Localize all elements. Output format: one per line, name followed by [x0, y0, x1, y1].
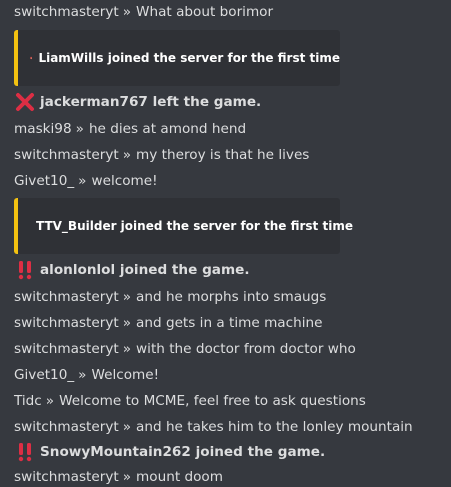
message-author: Givet10_ — [14, 367, 75, 383]
event-text: alonlonlol joined the game. — [40, 262, 250, 278]
message-author: Tidc — [14, 393, 42, 409]
message-separator: » — [75, 121, 84, 137]
chat-message: switchmasteryt» with the doctor from doct… — [14, 339, 356, 359]
message-author: switchmasteryt — [14, 4, 119, 20]
message-text: welcome! — [91, 173, 158, 189]
chat-message: switchmasteryt» my theroy is that he live… — [14, 145, 309, 165]
embed-text: LiamWills joined the server for the firs… — [38, 51, 340, 65]
join-event: SnowyMountain262 joined the game. — [14, 441, 325, 463]
embed-text: TTV_Builder joined the server for the fi… — [36, 219, 353, 233]
join-embed: TTV_Builder joined the server for the fi… — [14, 198, 353, 254]
message-author: maski98 — [14, 121, 72, 137]
message-text: and he takes him to the lonley mountain — [136, 419, 413, 435]
event-text: SnowyMountain262 joined the game. — [40, 444, 326, 460]
message-separator: » — [122, 315, 132, 331]
chat-message: switchmasteryt» and he takes him to the l… — [14, 417, 413, 437]
message-author: switchmasteryt — [14, 419, 119, 435]
chat-message: Givet10_» Welcome! — [14, 365, 159, 385]
event-text: jackerman767 left the game. — [40, 94, 262, 110]
message-separator: » — [122, 469, 132, 485]
double-exclamation-icon — [18, 261, 32, 280]
message-author: switchmasteryt — [14, 341, 119, 357]
message-separator: » — [122, 289, 132, 305]
message-text: mount doom — [136, 469, 223, 485]
message-author: switchmasteryt — [14, 469, 119, 485]
join-embed: LiamWills joined the server for the firs… — [14, 30, 340, 86]
message-text: my theroy is that he lives — [136, 147, 310, 163]
message-author: switchmasteryt — [14, 147, 119, 163]
message-text: and gets in a time machine — [136, 315, 323, 331]
message-separator: » — [78, 173, 87, 189]
message-separator: » — [122, 341, 132, 357]
chat-message: switchmasteryt» and gets in a time machin… — [14, 313, 322, 333]
message-author: switchmasteryt — [14, 289, 119, 305]
message-text: he dies at amond hend — [88, 121, 247, 137]
chat-log: switchmasteryt» What about borimor LiamWi… — [0, 0, 451, 487]
message-separator: » — [122, 147, 132, 163]
cross-mark-icon — [16, 93, 34, 111]
message-separator: » — [78, 367, 87, 383]
message-text: Welcome to MCME, feel free to ask questi… — [59, 393, 366, 409]
chat-message: switchmasteryt» and he morphs into smaugs — [14, 287, 326, 307]
chat-message: switchmasteryt» mount doom — [14, 467, 223, 487]
double-exclamation-icon — [18, 443, 32, 462]
chat-message: Tidc» Welcome to MCME, feel free to ask q… — [14, 391, 366, 411]
message-separator: » — [45, 393, 55, 409]
message-separator: » — [122, 4, 132, 20]
message-text: and he morphs into smaugs — [136, 289, 327, 305]
chat-message: Givet10_» welcome! — [14, 171, 158, 191]
message-text: Welcome! — [91, 367, 160, 383]
chat-message: switchmasteryt» What about borimor — [14, 2, 273, 22]
message-text: with the doctor from doctor who — [136, 341, 356, 357]
message-text: What about borimor — [136, 4, 274, 20]
join-event: alonlonlol joined the game. — [14, 259, 250, 281]
red-hair-avatar-icon — [30, 56, 33, 60]
message-separator: » — [122, 419, 132, 435]
message-author: switchmasteryt — [14, 315, 119, 331]
chat-message: maski98» he dies at amond hend — [14, 119, 246, 139]
message-author: Givet10_ — [14, 173, 75, 189]
leave-event: jackerman767 left the game. — [14, 91, 261, 113]
